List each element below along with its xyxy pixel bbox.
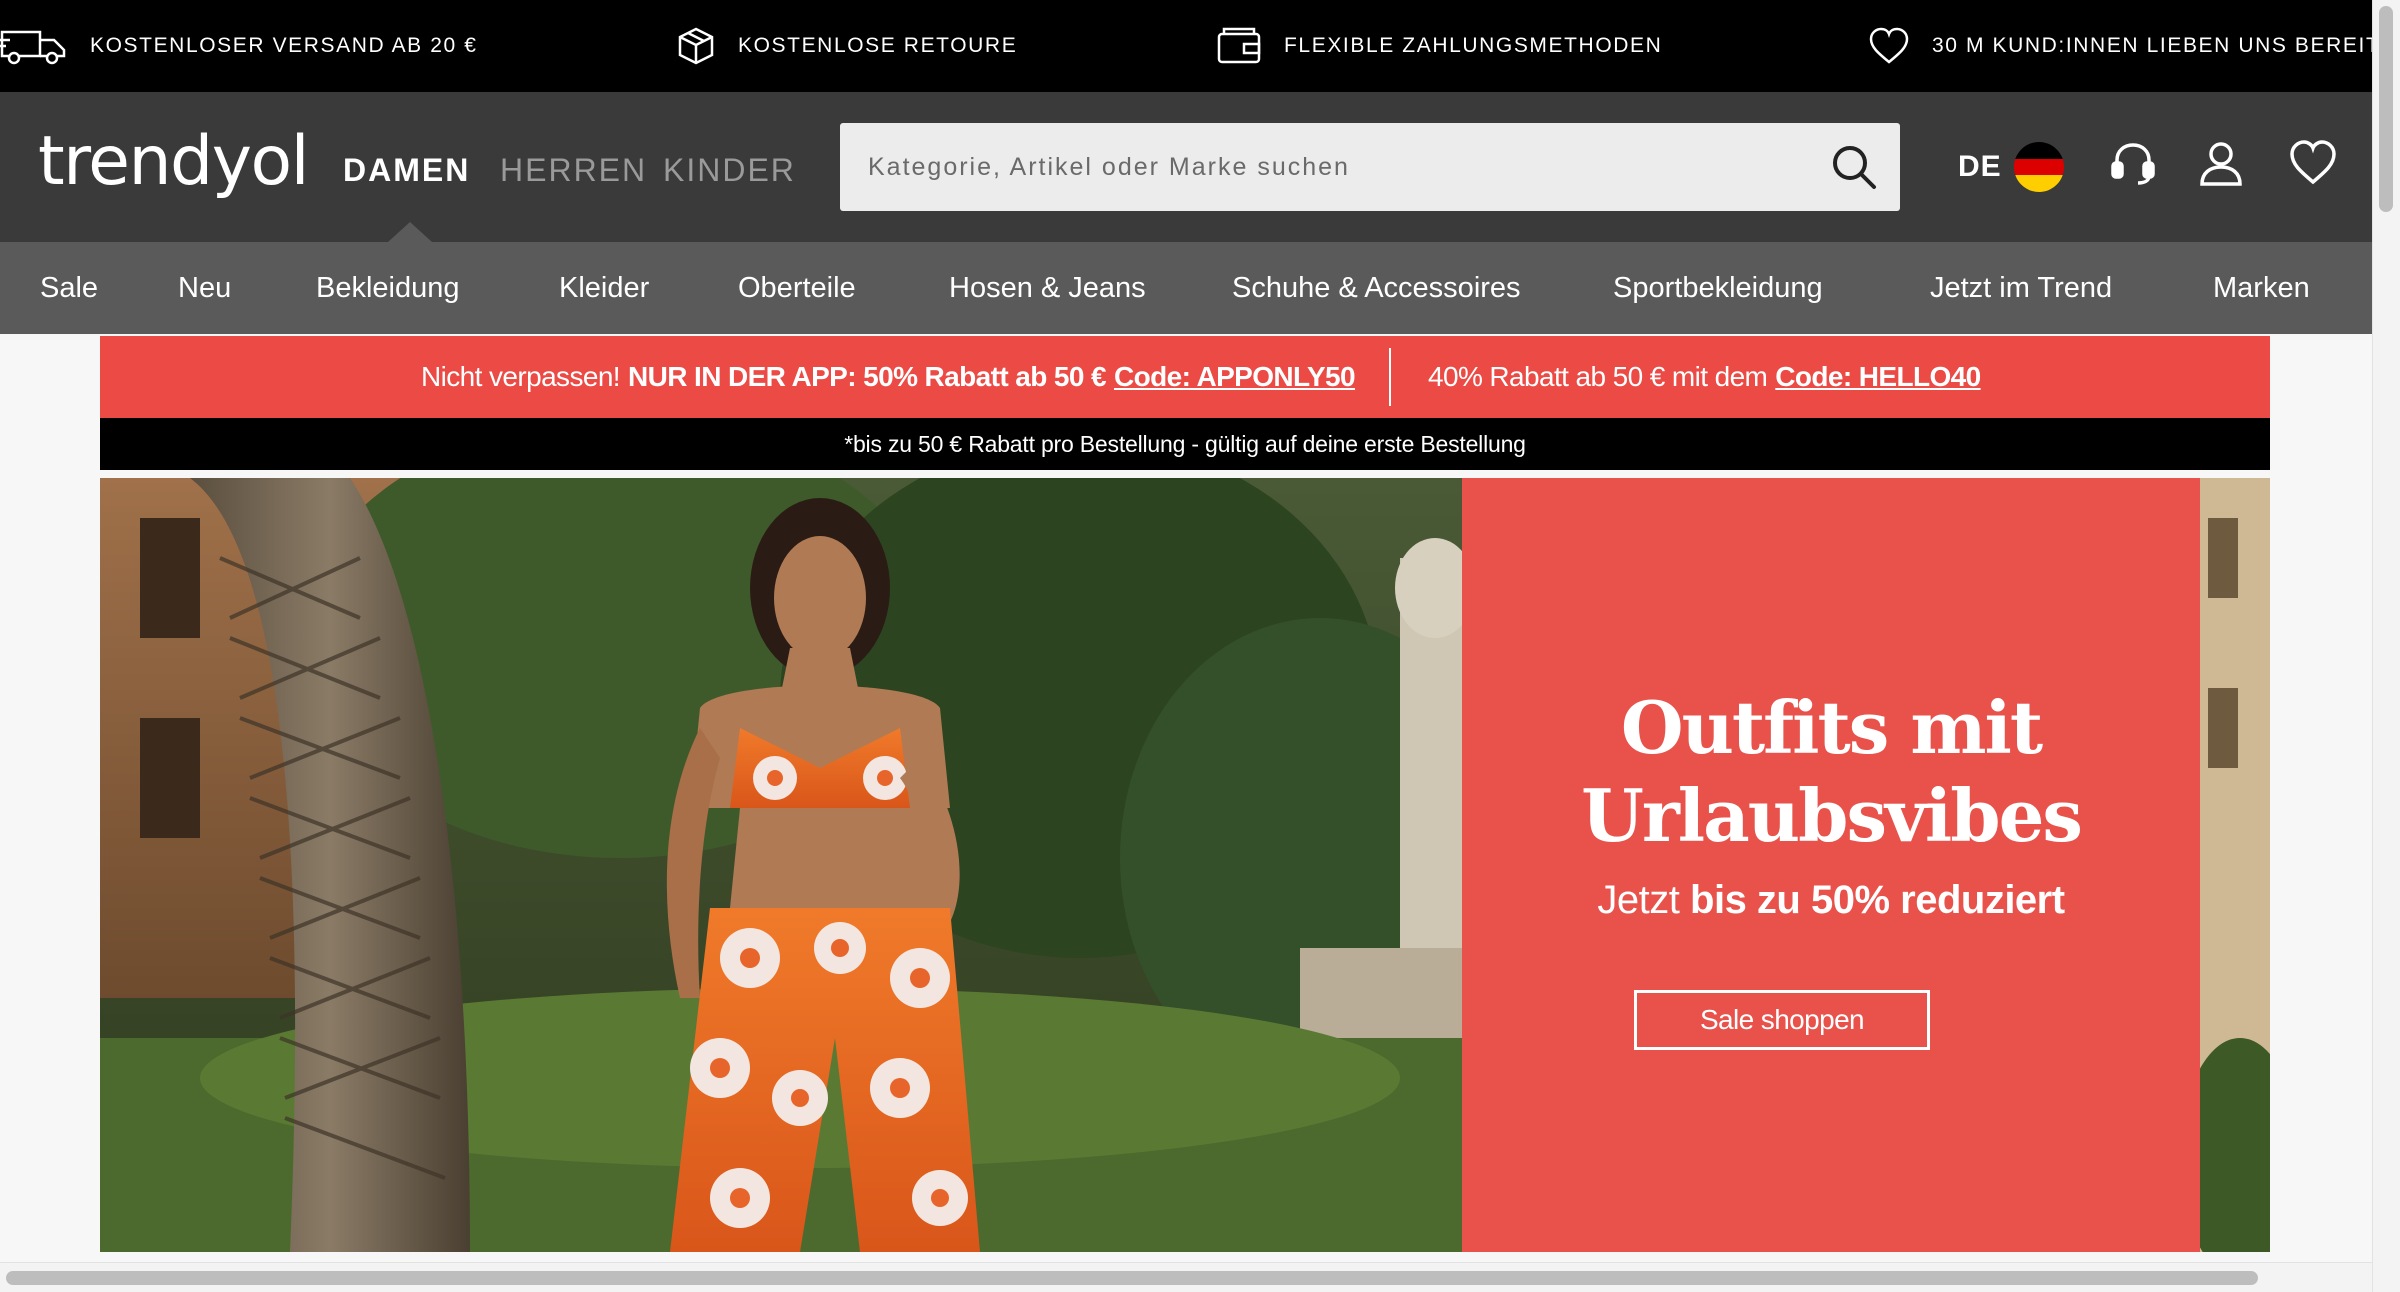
search-bar xyxy=(840,123,1900,211)
hero-subtitle-bold: bis zu 50% reduziert xyxy=(1690,878,2065,922)
gender-tab-kinder[interactable]: KINDER xyxy=(663,150,796,190)
promo-app-offer: Nicht verpassen! NUR IN DER APP: 50% Rab… xyxy=(100,336,1356,418)
main-header: trendyol DAMEN HERREN KINDER DE xyxy=(0,92,2372,242)
category-schuhe-accessoires[interactable]: Schuhe & Accessoires xyxy=(1232,242,1521,334)
promo-first-order-code: Code: HELLO40 xyxy=(1775,361,1981,392)
promo-divider xyxy=(1389,348,1391,406)
category-marken[interactable]: Marken xyxy=(2213,242,2310,334)
trendyol-logo[interactable]: trendyol xyxy=(38,122,309,202)
category-kleider[interactable]: Kleider xyxy=(559,242,649,334)
usp-payment-methods: FLEXIBLE ZAHLUNGSMETHODEN xyxy=(1216,0,1662,92)
vertical-scrollbar[interactable] xyxy=(2372,0,2400,1292)
horizontal-scrollbar-thumb[interactable] xyxy=(6,1271,2258,1285)
usp-payment-text: FLEXIBLE ZAHLUNGSMETHODEN xyxy=(1284,34,1663,57)
headset-icon[interactable] xyxy=(2108,138,2158,188)
category-hosen-jeans[interactable]: Hosen & Jeans xyxy=(949,242,1146,334)
hero-subtitle-plain: Jetzt xyxy=(1597,878,1680,922)
usp-bar: KOSTENLOSER VERSAND AB 20 € KOSTENLOSE R… xyxy=(0,0,2394,92)
category-neu[interactable]: Neu xyxy=(178,242,231,334)
gender-tab-damen[interactable]: DAMEN xyxy=(343,150,470,190)
usp-free-return: KOSTENLOSE RETOURE xyxy=(676,0,1017,92)
hero-title: Outfits mit Urlaubsvibes xyxy=(1462,684,2200,860)
category-bekleidung[interactable]: Bekleidung xyxy=(316,242,460,334)
language-code: DE xyxy=(1958,150,2002,183)
category-nav: Sale Neu Bekleidung Kleider Oberteile Ho… xyxy=(0,242,2372,334)
hero-subtitle: Jetzt bis zu 50% reduziert xyxy=(1462,878,2200,923)
usp-customers-text: 30 M KUND:INNEN LIEBEN UNS BEREITS xyxy=(1932,34,2396,57)
usp-free-return-text: KOSTENLOSE RETOURE xyxy=(738,34,1018,57)
search-icon[interactable] xyxy=(1830,143,1878,191)
page: KOSTENLOSER VERSAND AB 20 € KOSTENLOSE R… xyxy=(0,0,2400,1292)
usp-customers: 30 M KUND:INNEN LIEBEN UNS BEREITS xyxy=(1868,0,2396,92)
category-oberteile[interactable]: Oberteile xyxy=(738,242,856,334)
promo-first-order-offer: 40% Rabatt ab 50 € mit dem Code: HELLO40 xyxy=(1428,336,1981,418)
promo-banner[interactable]: Nicht verpassen! NUR IN DER APP: 50% Rab… xyxy=(100,336,2270,418)
hero-banner[interactable]: Outfits mit Urlaubsvibes Jetzt bis zu 50… xyxy=(100,478,2270,1252)
sale-shoppen-button[interactable]: Sale shoppen xyxy=(1634,990,1930,1050)
promo-intro: Nicht verpassen! xyxy=(421,361,621,392)
promo-first-order-text: 40% Rabatt ab 50 € mit dem xyxy=(1428,361,1768,392)
gender-tab-herren[interactable]: HERREN xyxy=(500,150,647,190)
hero-title-line2: Urlaubsvibes xyxy=(1581,773,2083,858)
active-gender-indicator xyxy=(388,222,432,242)
hero-text-panel: Outfits mit Urlaubsvibes Jetzt bis zu 50… xyxy=(1462,478,2200,1252)
truck-icon xyxy=(0,30,66,65)
germany-flag-icon xyxy=(2013,142,2064,192)
vertical-scrollbar-thumb[interactable] xyxy=(2379,6,2393,212)
usp-free-shipping-text: KOSTENLOSER VERSAND AB 20 € xyxy=(90,34,478,57)
return-box-icon xyxy=(678,27,714,65)
category-sale[interactable]: Sale xyxy=(40,242,98,334)
wishlist-heart-icon[interactable] xyxy=(2288,138,2338,188)
language-selector[interactable]: DE xyxy=(1958,142,2064,192)
wallet-icon xyxy=(1217,27,1261,64)
usp-free-shipping: KOSTENLOSER VERSAND AB 20 € xyxy=(0,0,478,92)
category-sportbekleidung[interactable]: Sportbekleidung xyxy=(1613,242,1823,334)
promo-app-code: Code: APPONLY50 xyxy=(1114,361,1356,392)
heart-icon xyxy=(1869,27,1909,64)
hero-title-line1: Outfits mit xyxy=(1620,685,2043,770)
horizontal-scrollbar[interactable] xyxy=(0,1262,2372,1292)
category-jetzt-im-trend[interactable]: Jetzt im Trend xyxy=(1930,242,2112,334)
search-input[interactable] xyxy=(868,123,1808,211)
promo-app-discount: NUR IN DER APP: 50% Rabatt ab 50 € xyxy=(627,361,1107,392)
promo-note: *bis zu 50 € Rabatt pro Bestellung - gül… xyxy=(100,418,2270,470)
user-account-icon[interactable] xyxy=(2196,138,2246,188)
